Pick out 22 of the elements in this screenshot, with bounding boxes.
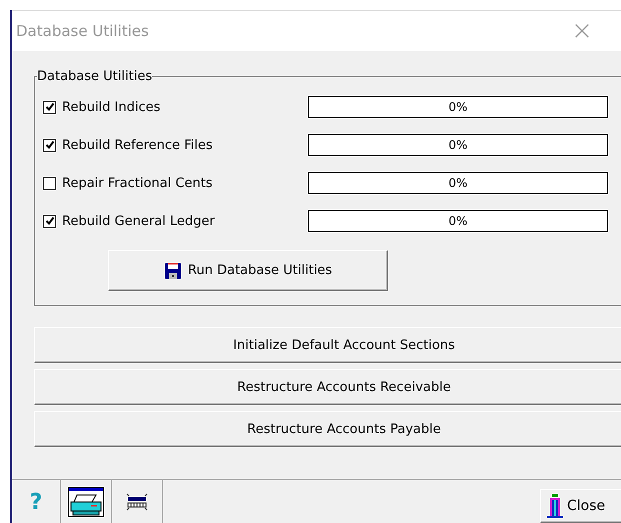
- action-button[interactable]: Restructure Accounts Payable: [34, 411, 621, 447]
- action-button[interactable]: Initialize Default Account Sections: [34, 327, 621, 363]
- progress-reading: 0%: [447, 138, 469, 152]
- checkbox[interactable]: [43, 214, 56, 228]
- group-title: Database Utilities: [37, 69, 152, 84]
- action-button[interactable]: Restructure Accounts Receivable: [34, 369, 621, 405]
- progress-reading: 0%: [447, 214, 469, 228]
- option-label: Repair Fractional Cents: [62, 176, 214, 190]
- progress-reading: 0%: [447, 176, 469, 190]
- option-label: Rebuild Indices: [62, 100, 162, 114]
- checkbox[interactable]: [43, 138, 56, 152]
- keyboard-icon[interactable]: [125, 492, 149, 512]
- option-label: Rebuild Reference Files: [62, 138, 214, 152]
- window-title: Database Utilities: [16, 22, 150, 40]
- checkbox[interactable]: [43, 100, 56, 114]
- printer-icon[interactable]: [68, 487, 104, 517]
- checkbox[interactable]: [43, 176, 56, 190]
- close-button[interactable]: Close: [540, 489, 621, 523]
- door-icon: [547, 494, 563, 518]
- run-button[interactable]: Run Database Utilities: [108, 250, 388, 291]
- option-label: Rebuild General Ledger: [62, 214, 216, 228]
- progress-reading: 0%: [447, 100, 469, 114]
